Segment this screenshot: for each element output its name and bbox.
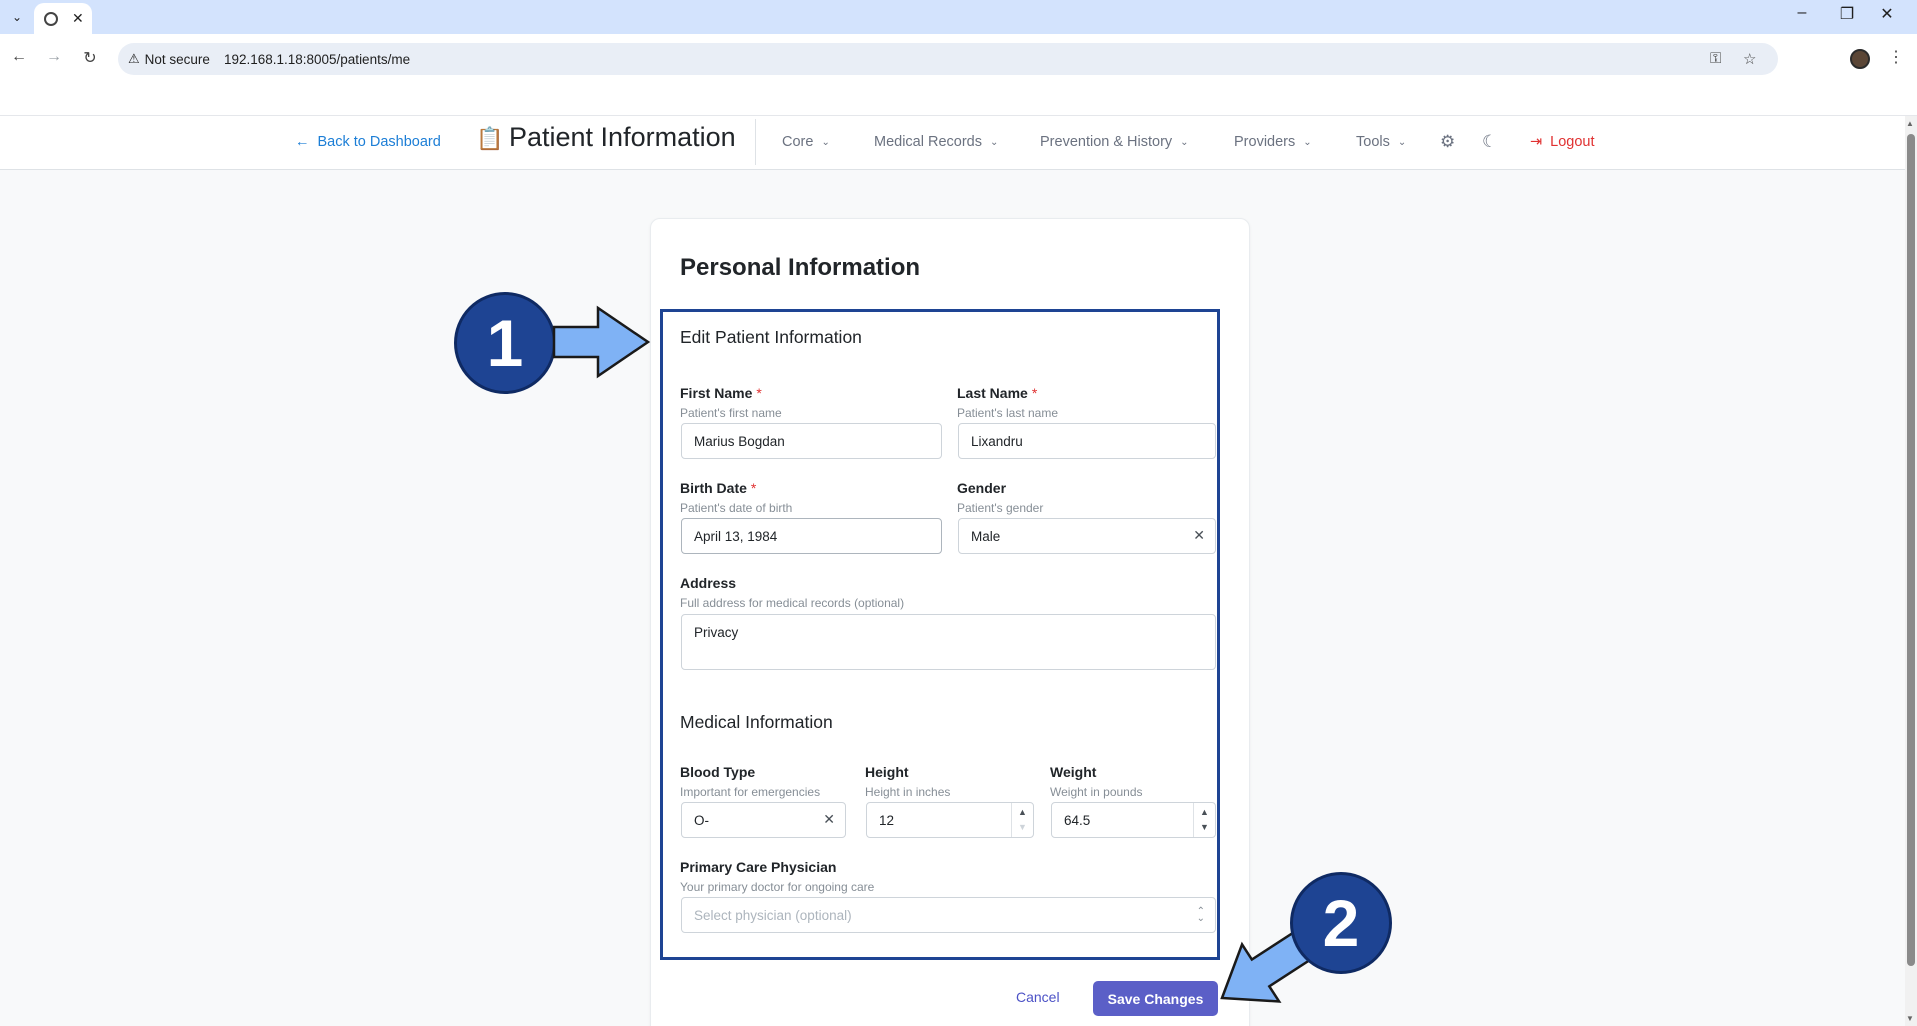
- key-icon[interactable]: ⚿: [1710, 50, 1721, 67]
- browser-menu-icon[interactable]: ⋮: [1888, 47, 1904, 67]
- menu-providers[interactable]: Providers ⌄: [1234, 134, 1312, 150]
- card-title: Personal Information: [680, 254, 921, 281]
- menu-providers-label: Providers: [1234, 134, 1296, 150]
- browser-toolbar: ← → ↻ ⚠ Not secure 192.168.1.18:8005/pat…: [0, 34, 1917, 116]
- profile-avatar[interactable]: [1850, 49, 1870, 69]
- moon-icon[interactable]: ☾: [1482, 132, 1497, 152]
- cancel-button[interactable]: Cancel: [1016, 989, 1060, 1005]
- security-label[interactable]: Not secure: [145, 52, 210, 67]
- annotation-highlight-box: [660, 309, 1220, 960]
- scrollbar-thumb[interactable]: [1907, 134, 1915, 966]
- step-1-arrow-icon: [552, 305, 651, 379]
- menu-prevention-history-label: Prevention & History: [1040, 134, 1173, 150]
- back-to-dashboard-label: Back to Dashboard: [317, 134, 441, 150]
- menu-medical-records[interactable]: Medical Records ⌄: [874, 134, 998, 150]
- menu-medical-records-label: Medical Records: [874, 134, 982, 150]
- clipboard-icon: 📋: [476, 126, 504, 151]
- chevron-down-icon: ⌄: [990, 136, 999, 148]
- star-icon[interactable]: ☆: [1743, 50, 1756, 68]
- menu-core-label: Core: [782, 134, 814, 150]
- tab-close-icon[interactable]: ✕: [72, 10, 84, 27]
- address-bar[interactable]: ⚠ Not secure 192.168.1.18:8005/patients/…: [118, 43, 1778, 75]
- minimize-icon[interactable]: –: [1782, 4, 1822, 22]
- logout-icon: ⇥: [1530, 134, 1543, 150]
- menu-prevention-history[interactable]: Prevention & History ⌄: [1040, 134, 1189, 150]
- page-scrollbar[interactable]: ▲ ▼: [1905, 116, 1917, 1026]
- logout-button[interactable]: ⇥ Logout: [1530, 134, 1595, 150]
- forward-arrow-icon[interactable]: →: [43, 48, 65, 66]
- chevron-down-icon: ⌄: [1397, 136, 1407, 148]
- menu-core[interactable]: Core ⌄: [782, 134, 830, 150]
- scroll-down-icon[interactable]: ▼: [1906, 1014, 1914, 1023]
- arrow-left-icon: ←: [295, 134, 310, 150]
- menu-tools-label: Tools: [1356, 134, 1390, 150]
- chevron-down-icon: ⌄: [1303, 136, 1312, 148]
- restore-icon[interactable]: ❐: [1827, 4, 1867, 24]
- browser-tab-bar: ⌄ ✕ – ❐ ✕: [0, 0, 1917, 34]
- page-title: Patient Information: [509, 122, 736, 152]
- header-divider: [755, 119, 756, 165]
- window-close-icon[interactable]: ✕: [1867, 4, 1907, 24]
- scroll-up-icon[interactable]: ▲: [1906, 119, 1914, 128]
- step-1-badge: 1: [454, 292, 556, 394]
- url-text[interactable]: 192.168.1.18:8005/patients/me: [224, 52, 410, 67]
- logout-label: Logout: [1550, 134, 1595, 150]
- tab-search-chevron-icon[interactable]: ⌄: [6, 6, 28, 28]
- browser-tab[interactable]: ✕: [34, 3, 92, 34]
- gear-icon[interactable]: ⚙: [1440, 132, 1455, 152]
- back-to-dashboard-link[interactable]: ← Back to Dashboard: [295, 134, 441, 150]
- globe-icon: [44, 11, 58, 26]
- step-2-badge: 2: [1290, 872, 1392, 974]
- menu-tools[interactable]: Tools ⌄: [1356, 134, 1406, 150]
- save-changes-button[interactable]: Save Changes: [1093, 981, 1218, 1016]
- chevron-down-icon: ⌄: [1180, 136, 1189, 148]
- warning-icon: ⚠: [128, 51, 140, 66]
- app-header: ← Back to Dashboard 📋 Patient Informatio…: [0, 116, 1905, 170]
- back-arrow-icon[interactable]: ←: [8, 48, 30, 66]
- chevron-down-icon: ⌄: [821, 136, 830, 148]
- reload-icon[interactable]: ↻: [79, 48, 101, 68]
